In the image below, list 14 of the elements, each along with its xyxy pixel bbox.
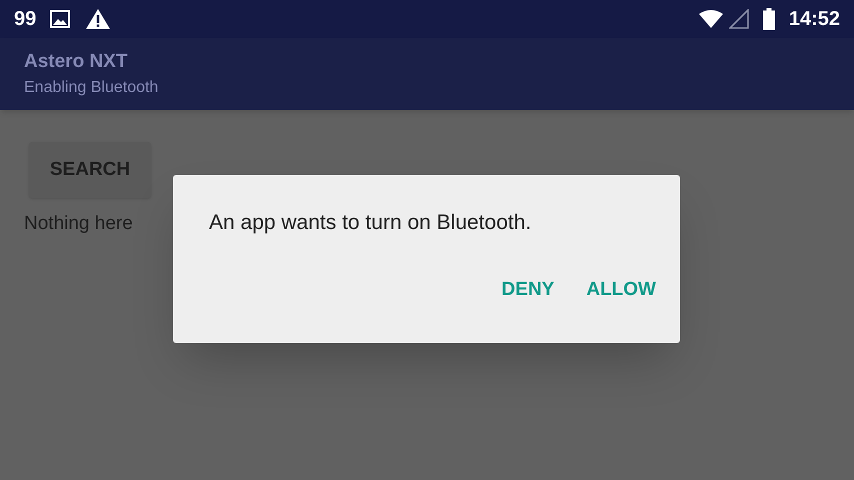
signal-icon [728,9,749,29]
dialog-message: An app wants to turn on Bluetooth. [209,210,532,236]
empty-message: Nothing here [24,212,133,236]
dialog-button[interactable]: DENY [494,272,562,308]
battery-icon [762,8,775,30]
app-subtitle: Enabling Bluetooth [24,78,160,98]
warning-icon [86,9,110,29]
search-button[interactable]: SEARCH [29,142,151,198]
image-icon [50,10,70,28]
notification-count: 99 [14,7,36,32]
dialog-button[interactable]: ALLOW [578,272,664,308]
app-title: Astero NXT [24,50,128,74]
wifi-icon [698,10,723,28]
clock: 14:52 [788,7,840,32]
